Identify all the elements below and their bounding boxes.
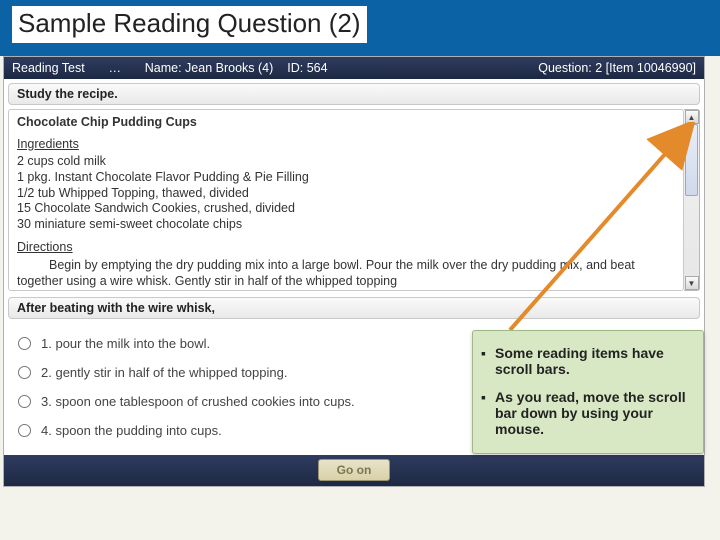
bullet-icon: ▪	[481, 345, 495, 377]
answer-radio[interactable]	[18, 337, 31, 350]
bullet-icon: ▪	[481, 389, 495, 437]
slide-title: Sample Reading Question (2)	[12, 6, 367, 43]
passage-title: Chocolate Chip Pudding Cups	[17, 115, 675, 131]
answer-text: gently stir in half of the whipped toppi…	[55, 365, 287, 380]
chevron-up-icon: ▲	[688, 113, 696, 122]
answer-radio[interactable]	[18, 366, 31, 379]
ingredient-line: 30 miniature semi-sweet chocolate chips	[17, 217, 675, 233]
reading-passage: Chocolate Chip Pudding Cups Ingredients …	[8, 109, 684, 291]
scroll-up-button[interactable]: ▲	[685, 110, 699, 124]
answer-number: 4.	[41, 423, 52, 438]
callout-text: As you read, move the scroll bar down by…	[495, 389, 693, 437]
study-prompt: Study the recipe.	[8, 83, 700, 105]
passage-container: Chocolate Chip Pudding Cups Ingredients …	[8, 109, 700, 291]
directions-text: Begin by emptying the dry pudding mix in…	[17, 258, 675, 289]
header-dots: …	[85, 61, 145, 75]
answer-text: spoon the pudding into cups.	[55, 423, 221, 438]
directions-heading: Directions	[17, 240, 675, 256]
ingredient-line: 2 cups cold milk	[17, 154, 675, 170]
slide-title-bar: Sample Reading Question (2)	[0, 0, 720, 56]
answer-radio[interactable]	[18, 395, 31, 408]
chevron-down-icon: ▼	[688, 279, 696, 288]
ingredient-line: 1/2 tub Whipped Topping, thawed, divided	[17, 186, 675, 202]
answer-text: pour the milk into the bowl.	[55, 336, 210, 351]
test-name: Reading Test	[12, 61, 85, 75]
callout-text: Some reading items have scroll bars.	[495, 345, 693, 377]
scroll-down-button[interactable]: ▼	[685, 276, 699, 290]
scroll-track[interactable]	[684, 124, 699, 276]
question-stem: After beating with the wire whisk,	[8, 297, 700, 319]
ingredient-line: 1 pkg. Instant Chocolate Flavor Pudding …	[17, 170, 675, 186]
student-name: Name: Jean Brooks (4)	[145, 61, 274, 75]
app-footer-bar: Go on	[4, 455, 704, 486]
ingredient-line: 15 Chocolate Sandwich Cookies, crushed, …	[17, 201, 675, 217]
passage-scrollbar[interactable]: ▲ ▼	[684, 109, 700, 291]
answer-number: 3.	[41, 394, 52, 409]
question-indicator: Question: 2 [Item 10046990]	[538, 61, 696, 75]
answer-radio[interactable]	[18, 424, 31, 437]
answer-number: 1.	[41, 336, 52, 351]
student-id: ID: 564	[287, 61, 327, 75]
answer-text: spoon one tablespoon of crushed cookies …	[55, 394, 354, 409]
ingredients-heading: Ingredients	[17, 137, 675, 153]
answer-number: 2.	[41, 365, 52, 380]
app-header-bar: Reading Test … Name: Jean Brooks (4) ID:…	[4, 57, 704, 79]
instruction-callout: ▪ Some reading items have scroll bars. ▪…	[472, 330, 704, 454]
go-on-button[interactable]: Go on	[318, 459, 391, 481]
scroll-thumb[interactable]	[685, 124, 698, 196]
